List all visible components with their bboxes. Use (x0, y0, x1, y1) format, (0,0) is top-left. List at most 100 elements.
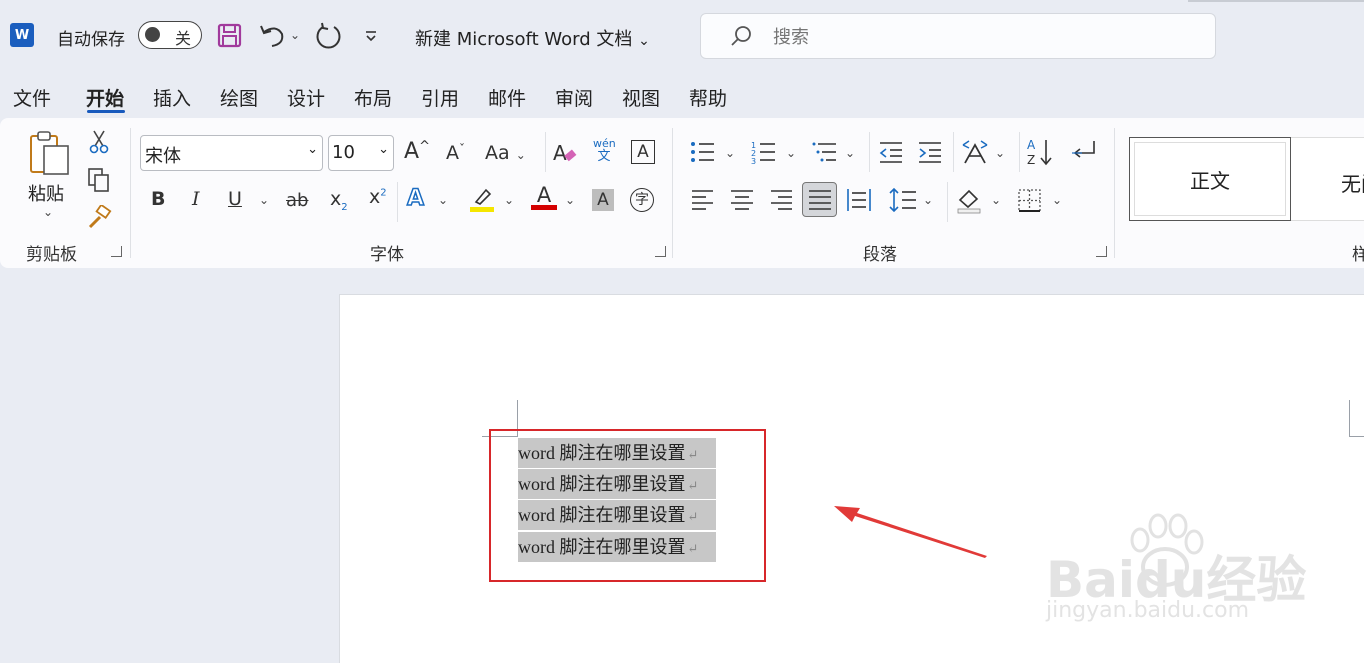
tab-file[interactable]: 文件 (13, 84, 51, 111)
inline-separator (869, 132, 870, 172)
character-scaling-icon[interactable] (961, 139, 989, 165)
increase-indent-icon[interactable] (917, 140, 943, 164)
char-scaling-dropdown-icon[interactable]: ⌄ (995, 146, 1005, 160)
bullets-dropdown-icon[interactable]: ⌄ (725, 146, 735, 160)
paste-icon[interactable] (28, 130, 72, 178)
multilevel-list-icon[interactable] (812, 140, 838, 164)
tab-review[interactable]: 审阅 (555, 84, 593, 111)
font-group-label: 字体 (370, 245, 404, 265)
enclose-characters-button[interactable]: 字 (630, 188, 654, 212)
multilevel-dropdown-icon[interactable]: ⌄ (845, 146, 855, 160)
style-no-spacing[interactable]: 无间 (1291, 137, 1364, 221)
numbering-dropdown-icon[interactable]: ⌄ (786, 146, 796, 160)
subscript-button[interactable]: x2 (330, 188, 348, 213)
highlight-dropdown-icon[interactable]: ⌄ (504, 193, 514, 207)
font-name-value: 宋体 (145, 146, 181, 167)
inline-separator (1019, 132, 1020, 172)
svg-text:3: 3 (751, 157, 756, 164)
superscript-button[interactable]: x2 (369, 186, 387, 208)
font-size-select[interactable]: 10 ⌄ (328, 135, 394, 171)
distributed-icon[interactable] (846, 187, 872, 213)
character-shading-button[interactable]: A (592, 189, 614, 211)
bullets-icon[interactable] (690, 140, 716, 164)
copy-icon[interactable] (87, 167, 111, 193)
change-case-chevron-icon: ⌄ (515, 148, 526, 162)
undo-icon[interactable] (258, 22, 286, 48)
tab-draw[interactable]: 绘图 (220, 84, 258, 111)
clear-formatting-icon[interactable]: A (551, 138, 579, 166)
watermark-url: jingyan.baidu.com (1046, 598, 1250, 623)
group-separator (672, 128, 673, 258)
tab-design[interactable]: 设计 (287, 84, 325, 111)
cut-icon[interactable] (89, 129, 109, 155)
group-separator (130, 128, 131, 258)
paragraph-dialog-launcher-icon[interactable] (1096, 246, 1107, 257)
search-box[interactable] (700, 13, 1216, 59)
change-case-button[interactable]: Aa ⌄ (485, 142, 526, 164)
line-spacing-dropdown-icon[interactable]: ⌄ (923, 193, 933, 207)
shading-icon[interactable] (956, 186, 982, 214)
highlight-color-icon[interactable] (468, 186, 496, 214)
line-spacing-icon[interactable] (889, 187, 917, 213)
align-center-icon[interactable] (730, 189, 754, 211)
svg-text:Z: Z (1027, 153, 1035, 167)
sort-icon[interactable]: AZ (1027, 137, 1055, 167)
italic-button[interactable]: I (192, 188, 200, 210)
underline-dropdown-icon[interactable]: ⌄ (259, 193, 269, 207)
style-normal-label: 正文 (1134, 142, 1286, 216)
style-normal[interactable]: 正文 (1129, 137, 1291, 221)
autosave-toggle[interactable]: 关 (138, 21, 202, 49)
format-painter-icon[interactable] (86, 205, 112, 231)
strikethrough-button[interactable]: ab (286, 190, 308, 211)
font-name-chevron-icon: ⌄ (307, 142, 318, 157)
font-color-dropdown-icon[interactable]: ⌄ (565, 193, 575, 207)
superscript-label: x (369, 186, 381, 208)
clipboard-dialog-launcher-icon[interactable] (111, 246, 122, 257)
tab-layout[interactable]: 布局 (354, 84, 392, 111)
tab-help[interactable]: 帮助 (689, 84, 727, 111)
text-effects-button[interactable]: A (406, 185, 425, 212)
borders-icon[interactable] (1017, 188, 1043, 214)
subscript-label: x (330, 188, 342, 210)
numbering-icon[interactable]: 123 (751, 140, 777, 164)
tab-home[interactable]: 开始 (86, 84, 124, 111)
phonetic-guide-icon[interactable]: wén 文 (593, 137, 616, 164)
borders-dropdown-icon[interactable]: ⌄ (1052, 193, 1062, 207)
style-no-spacing-label: 无间 (1341, 172, 1364, 196)
tab-view[interactable]: 视图 (622, 84, 660, 111)
decrease-indent-icon[interactable] (878, 140, 904, 164)
justify-button[interactable] (802, 182, 837, 217)
font-name-select[interactable]: 宋体 ⌄ (140, 135, 323, 171)
redo-icon[interactable] (314, 22, 344, 50)
align-left-icon[interactable] (691, 189, 715, 211)
crop-mark (1349, 436, 1364, 437)
underline-button[interactable]: U (228, 188, 242, 210)
toggle-knob (145, 27, 160, 42)
document-title[interactable]: 新建 Microsoft Word 文档 ⌄ (415, 25, 650, 51)
font-color-button[interactable]: A (531, 183, 557, 210)
phonetic-bottom: 文 (597, 149, 611, 164)
tab-insert[interactable]: 插入 (153, 84, 191, 111)
undo-dropdown-icon[interactable]: ⌄ (290, 28, 300, 42)
search-icon (731, 26, 751, 46)
search-input[interactable] (771, 23, 1175, 51)
align-right-icon[interactable] (769, 189, 793, 211)
character-border-icon[interactable]: A (631, 140, 655, 164)
save-icon[interactable] (217, 23, 242, 48)
show-hide-marks-icon[interactable] (1070, 139, 1098, 165)
shading-dropdown-icon[interactable]: ⌄ (991, 193, 1001, 207)
text-effects-dropdown-icon[interactable]: ⌄ (438, 193, 448, 207)
grow-font-icon[interactable]: A^ (404, 139, 430, 164)
window-edge (1188, 0, 1364, 2)
bold-button[interactable]: B (151, 188, 165, 210)
font-dialog-launcher-icon[interactable] (655, 246, 666, 257)
shrink-font-icon[interactable]: Aˇ (446, 142, 465, 164)
word-app-icon[interactable]: W (10, 23, 34, 47)
paste-dropdown-icon[interactable]: ⌄ (43, 205, 53, 219)
customize-toolbar-icon[interactable] (364, 30, 378, 42)
tab-references[interactable]: 引用 (421, 84, 459, 111)
svg-text:A: A (1027, 138, 1036, 152)
paste-button[interactable]: 粘贴 (28, 180, 64, 206)
inline-separator (947, 182, 948, 222)
tab-mailings[interactable]: 邮件 (488, 84, 526, 111)
